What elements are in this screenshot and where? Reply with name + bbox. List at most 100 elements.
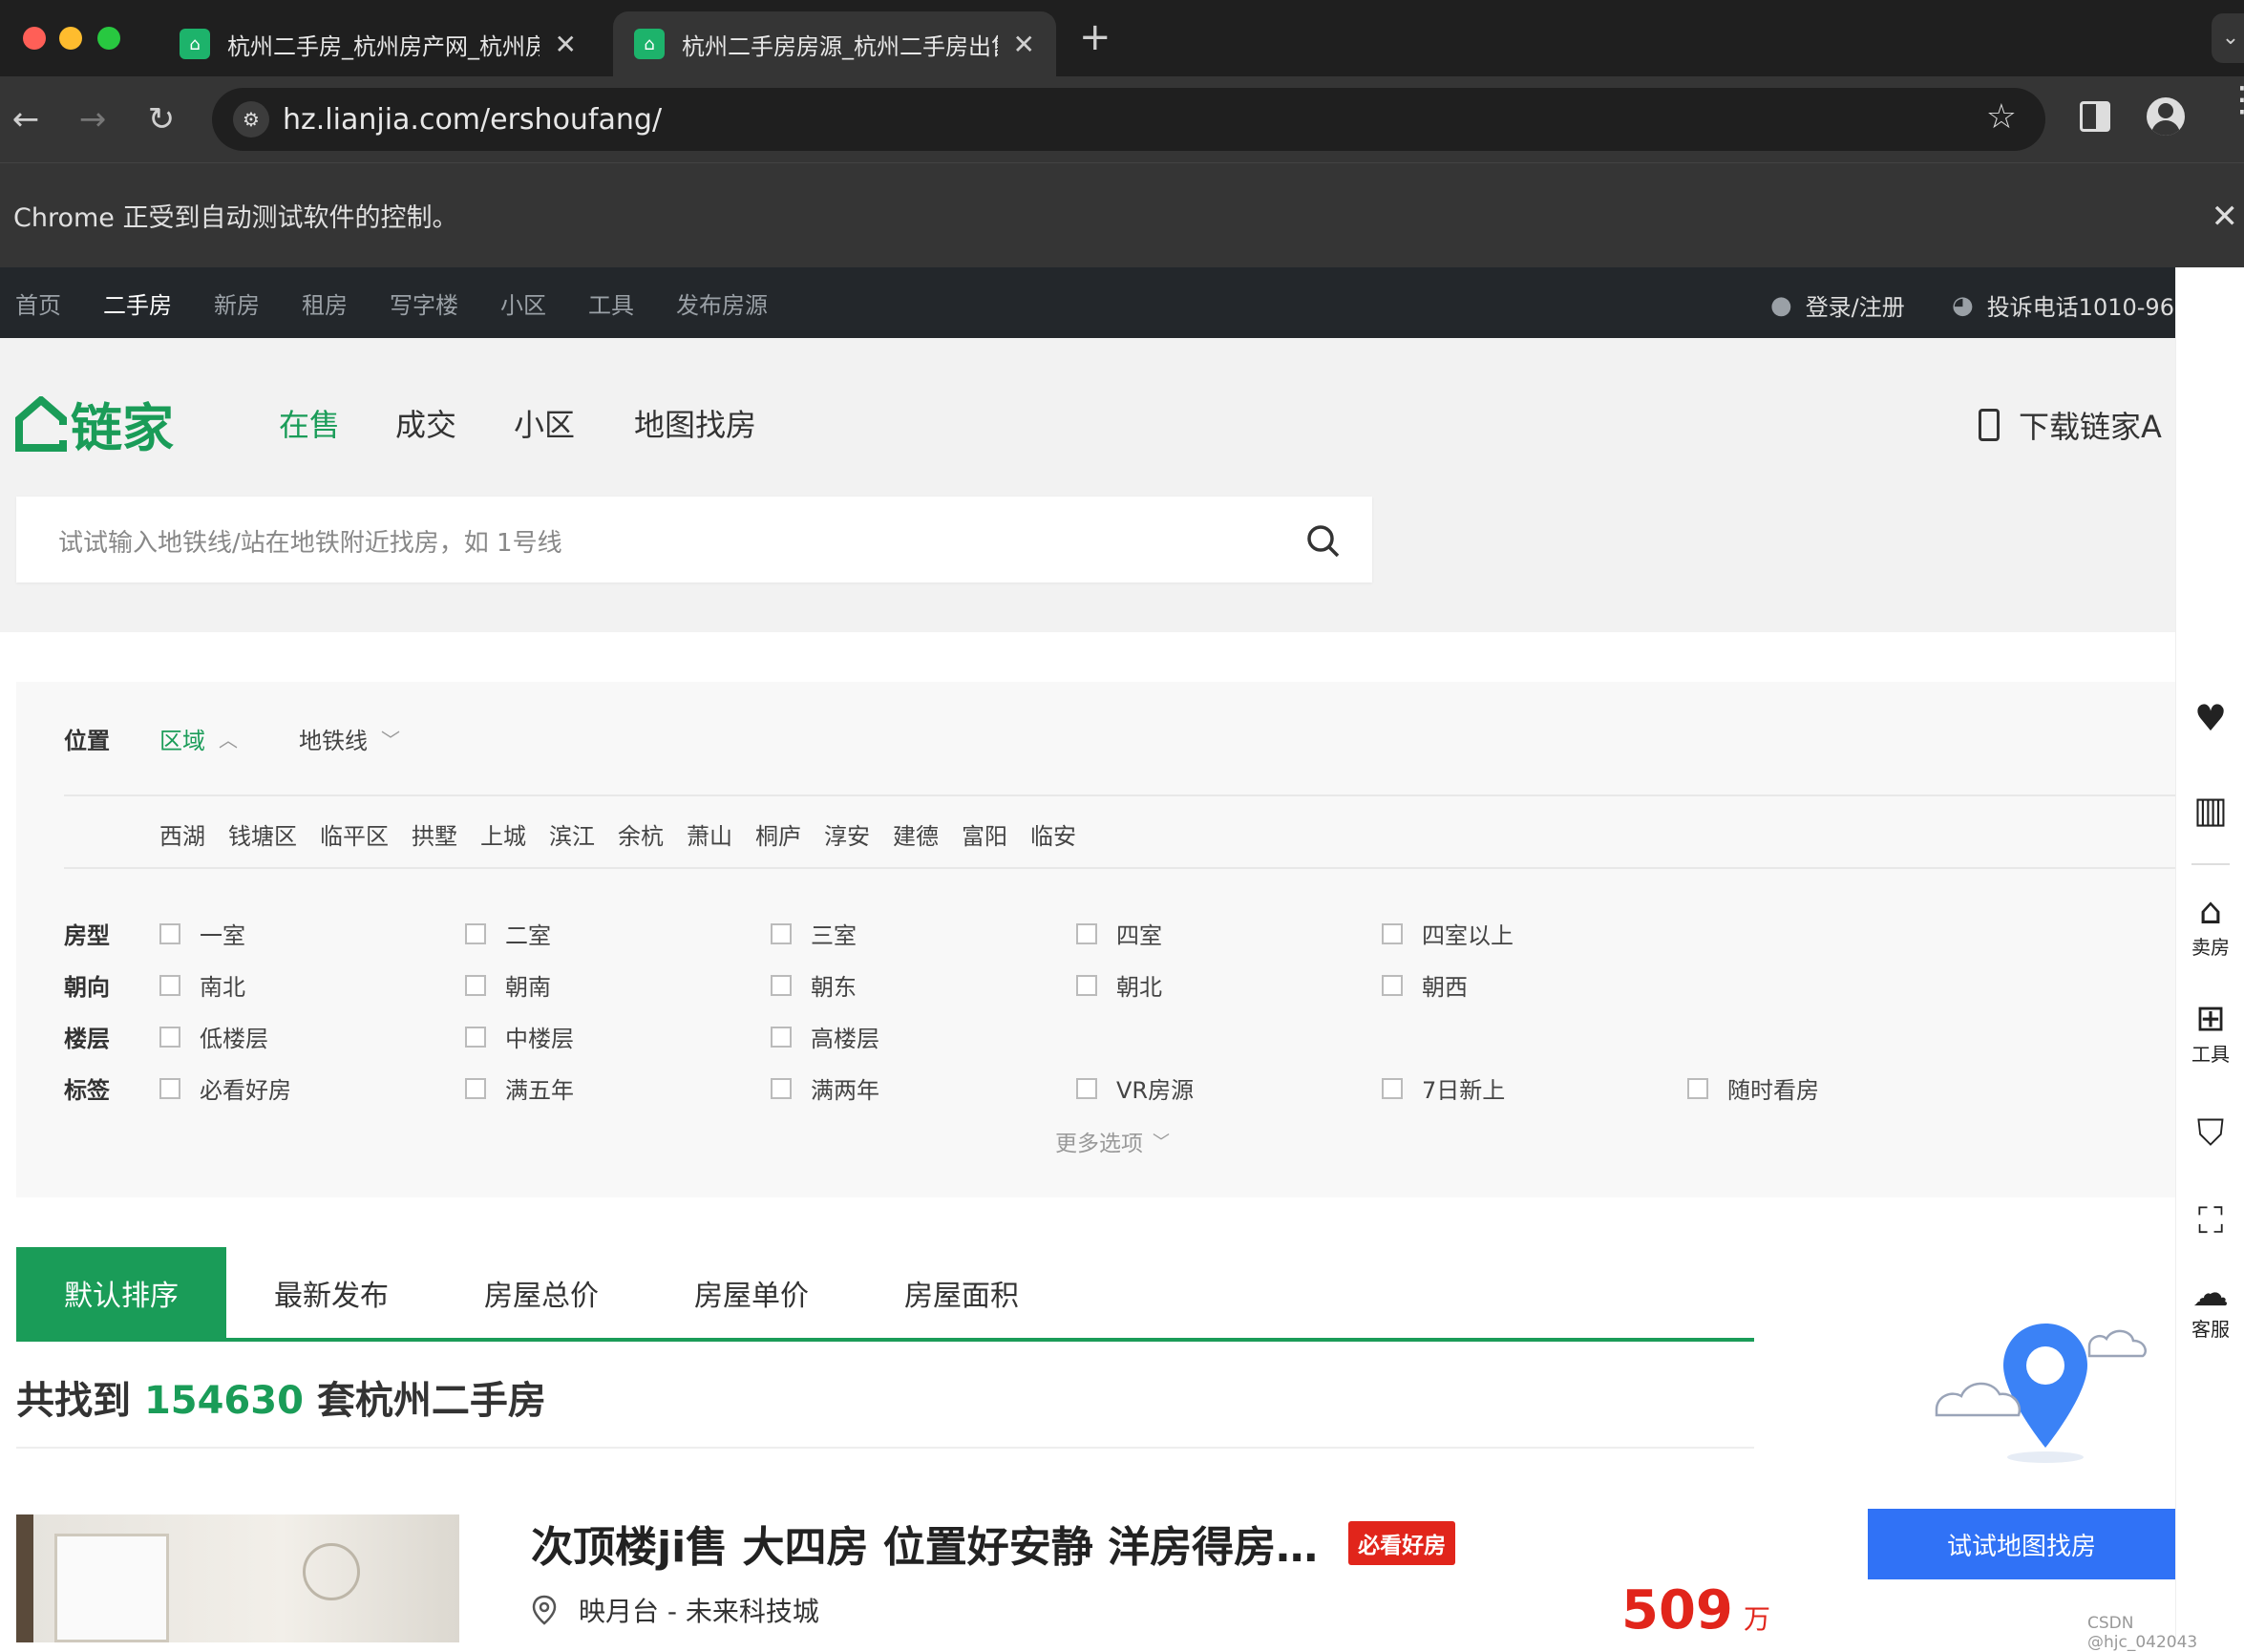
listing-title[interactable]: 次顶楼ji售 大四房 位置好安静 洋房得房… xyxy=(531,1513,1318,1574)
district-option[interactable]: 富阳 xyxy=(962,817,1007,851)
minimize-window-button[interactable] xyxy=(59,27,82,50)
filter-option[interactable]: 低楼层 xyxy=(159,1020,268,1053)
filter-option[interactable]: 高楼层 xyxy=(771,1020,879,1053)
filter-option[interactable]: 四室 xyxy=(1076,917,1162,950)
filter-option[interactable]: 三室 xyxy=(771,917,857,950)
bookmark-star-icon[interactable]: ☆ xyxy=(1986,97,2017,137)
tab-1[interactable]: ⌂ 杭州二手房_杭州房产网_杭州房 ✕ xyxy=(159,11,598,76)
district-option[interactable]: 建德 xyxy=(893,817,939,851)
checkbox[interactable] xyxy=(1076,922,1097,944)
nav-publish[interactable]: 发布房源 xyxy=(676,286,768,320)
district-option[interactable]: 滨江 xyxy=(549,817,595,851)
filter-option[interactable]: 南北 xyxy=(159,968,245,1002)
profile-avatar-icon[interactable] xyxy=(2147,97,2185,136)
checkbox[interactable] xyxy=(465,974,486,996)
nav-home[interactable]: 首页 xyxy=(15,286,61,320)
checkbox[interactable] xyxy=(771,974,792,996)
filter-option[interactable]: 满两年 xyxy=(771,1071,879,1105)
checkbox[interactable] xyxy=(1382,922,1403,944)
menu-kebab-icon[interactable]: ⋮ xyxy=(2225,83,2244,117)
position-tab-subway[interactable]: 地铁线 ﹀ xyxy=(299,722,400,755)
url-text[interactable]: hz.lianjia.com/ershoufang/ xyxy=(283,103,662,137)
checkbox[interactable] xyxy=(1076,974,1097,996)
back-arrow-icon[interactable]: ← xyxy=(0,94,52,145)
site-info-icon[interactable]: ⚙ xyxy=(233,101,269,138)
filter-option[interactable]: 朝西 xyxy=(1382,968,1468,1002)
district-option[interactable]: 拱墅 xyxy=(412,817,457,851)
district-option[interactable]: 临平区 xyxy=(320,817,389,851)
nav-ershoufang[interactable]: 二手房 xyxy=(103,286,172,320)
district-option[interactable]: 萧山 xyxy=(687,817,732,851)
filter-option[interactable]: 7日新上 xyxy=(1382,1071,1505,1105)
listing-photo[interactable] xyxy=(16,1514,459,1642)
side-panel-icon[interactable] xyxy=(2080,101,2110,132)
login-link[interactable]: ● 登录/注册 xyxy=(1770,288,1905,322)
search-icon[interactable] xyxy=(1305,523,1342,560)
district-option[interactable]: 淳安 xyxy=(824,817,870,851)
checkbox[interactable] xyxy=(1382,1077,1403,1099)
checkbox[interactable] xyxy=(465,922,486,944)
nav-zufang[interactable]: 租房 xyxy=(302,286,348,320)
sort-newest[interactable]: 最新发布 xyxy=(226,1247,436,1339)
listing-location[interactable]: 映月台 - 未来科技城 xyxy=(531,1591,819,1629)
close-window-button[interactable] xyxy=(23,27,46,50)
search-input[interactable]: 试试输入地铁线/站在地铁附近找房，如 1号线 xyxy=(58,523,562,559)
checkbox[interactable] xyxy=(159,1077,180,1099)
zoom-window-button[interactable] xyxy=(97,27,120,50)
checkbox[interactable] xyxy=(1382,974,1403,996)
forward-arrow-icon[interactable]: → xyxy=(67,94,118,145)
close-infobar-icon[interactable]: ✕ xyxy=(2212,198,2239,236)
main-nav-community[interactable]: 小区 xyxy=(514,401,575,445)
checkbox[interactable] xyxy=(159,1026,180,1048)
sell-house-button[interactable]: ⌂ 卖房 xyxy=(2176,890,2244,960)
customer-service-button[interactable]: ☁ 客服 xyxy=(2176,1272,2244,1342)
filter-option[interactable]: 朝南 xyxy=(465,968,551,1002)
checkbox[interactable] xyxy=(1076,1077,1097,1099)
nav-community[interactable]: 小区 xyxy=(500,286,546,320)
tools-button[interactable]: ⊞ 工具 xyxy=(2176,997,2244,1067)
main-nav-map[interactable]: 地图找房 xyxy=(634,401,756,445)
close-tab-icon[interactable]: ✕ xyxy=(555,29,577,60)
district-option[interactable]: 临安 xyxy=(1030,817,1076,851)
filter-option[interactable]: 朝北 xyxy=(1076,968,1162,1002)
favorites-button[interactable]: ♥ xyxy=(2176,697,2244,739)
main-nav-deals[interactable]: 成交 xyxy=(395,401,456,445)
district-option[interactable]: 余杭 xyxy=(618,817,664,851)
nav-xinfang[interactable]: 新房 xyxy=(214,286,260,320)
checkbox[interactable] xyxy=(159,922,180,944)
map-search-button[interactable]: 试试地图找房 xyxy=(1868,1509,2175,1579)
more-options-button[interactable]: 更多选项 ﹀ xyxy=(1055,1125,1170,1157)
download-app-link[interactable]: 下载链家A xyxy=(1979,403,2175,447)
checkbox[interactable] xyxy=(771,922,792,944)
checkbox[interactable] xyxy=(465,1077,486,1099)
sort-default[interactable]: 默认排序 xyxy=(16,1247,226,1339)
scan-button[interactable]: ⛶ xyxy=(2176,1199,2244,1241)
search-box[interactable]: 试试输入地铁线/站在地铁附近找房，如 1号线 xyxy=(16,497,1372,582)
filter-option[interactable]: 一室 xyxy=(159,917,245,950)
checkbox[interactable] xyxy=(159,974,180,996)
sort-area[interactable]: 房屋面积 xyxy=(857,1247,1067,1339)
sort-unit-price[interactable]: 房屋单价 xyxy=(646,1247,857,1339)
lianjia-logo[interactable]: 链家 xyxy=(15,386,174,461)
district-option[interactable]: 桐庐 xyxy=(755,817,801,851)
address-bar[interactable]: ⚙ hz.lianjia.com/ershoufang/ ☆ xyxy=(212,88,2045,151)
filter-option[interactable]: VR房源 xyxy=(1076,1071,1194,1105)
reload-icon[interactable]: ↻ xyxy=(136,94,187,145)
district-option[interactable]: 钱塘区 xyxy=(228,817,297,851)
promise-button[interactable]: ⛉ xyxy=(2176,1112,2244,1154)
sort-total-price[interactable]: 房屋总价 xyxy=(436,1247,646,1339)
filter-option[interactable]: 满五年 xyxy=(465,1071,574,1105)
filter-option[interactable]: 二室 xyxy=(465,917,551,950)
filter-option[interactable]: 四室以上 xyxy=(1382,917,1514,950)
new-tab-button[interactable]: + xyxy=(1079,15,1111,59)
nav-tools[interactable]: 工具 xyxy=(588,286,634,320)
tab-search-button[interactable]: ⌄ xyxy=(2212,13,2244,63)
checkbox[interactable] xyxy=(771,1077,792,1099)
position-tab-district[interactable]: 区域 ︿ xyxy=(159,722,238,755)
district-option[interactable]: 西湖 xyxy=(159,817,205,851)
filter-option[interactable]: 朝东 xyxy=(771,968,857,1002)
main-nav-onsale[interactable]: 在售 xyxy=(279,401,340,445)
filter-option[interactable]: 随时看房 xyxy=(1687,1071,1819,1105)
filter-option[interactable]: 必看好房 xyxy=(159,1071,291,1105)
tab-2-active[interactable]: ⌂ 杭州二手房房源_杭州二手房出售 ✕ xyxy=(613,11,1056,76)
